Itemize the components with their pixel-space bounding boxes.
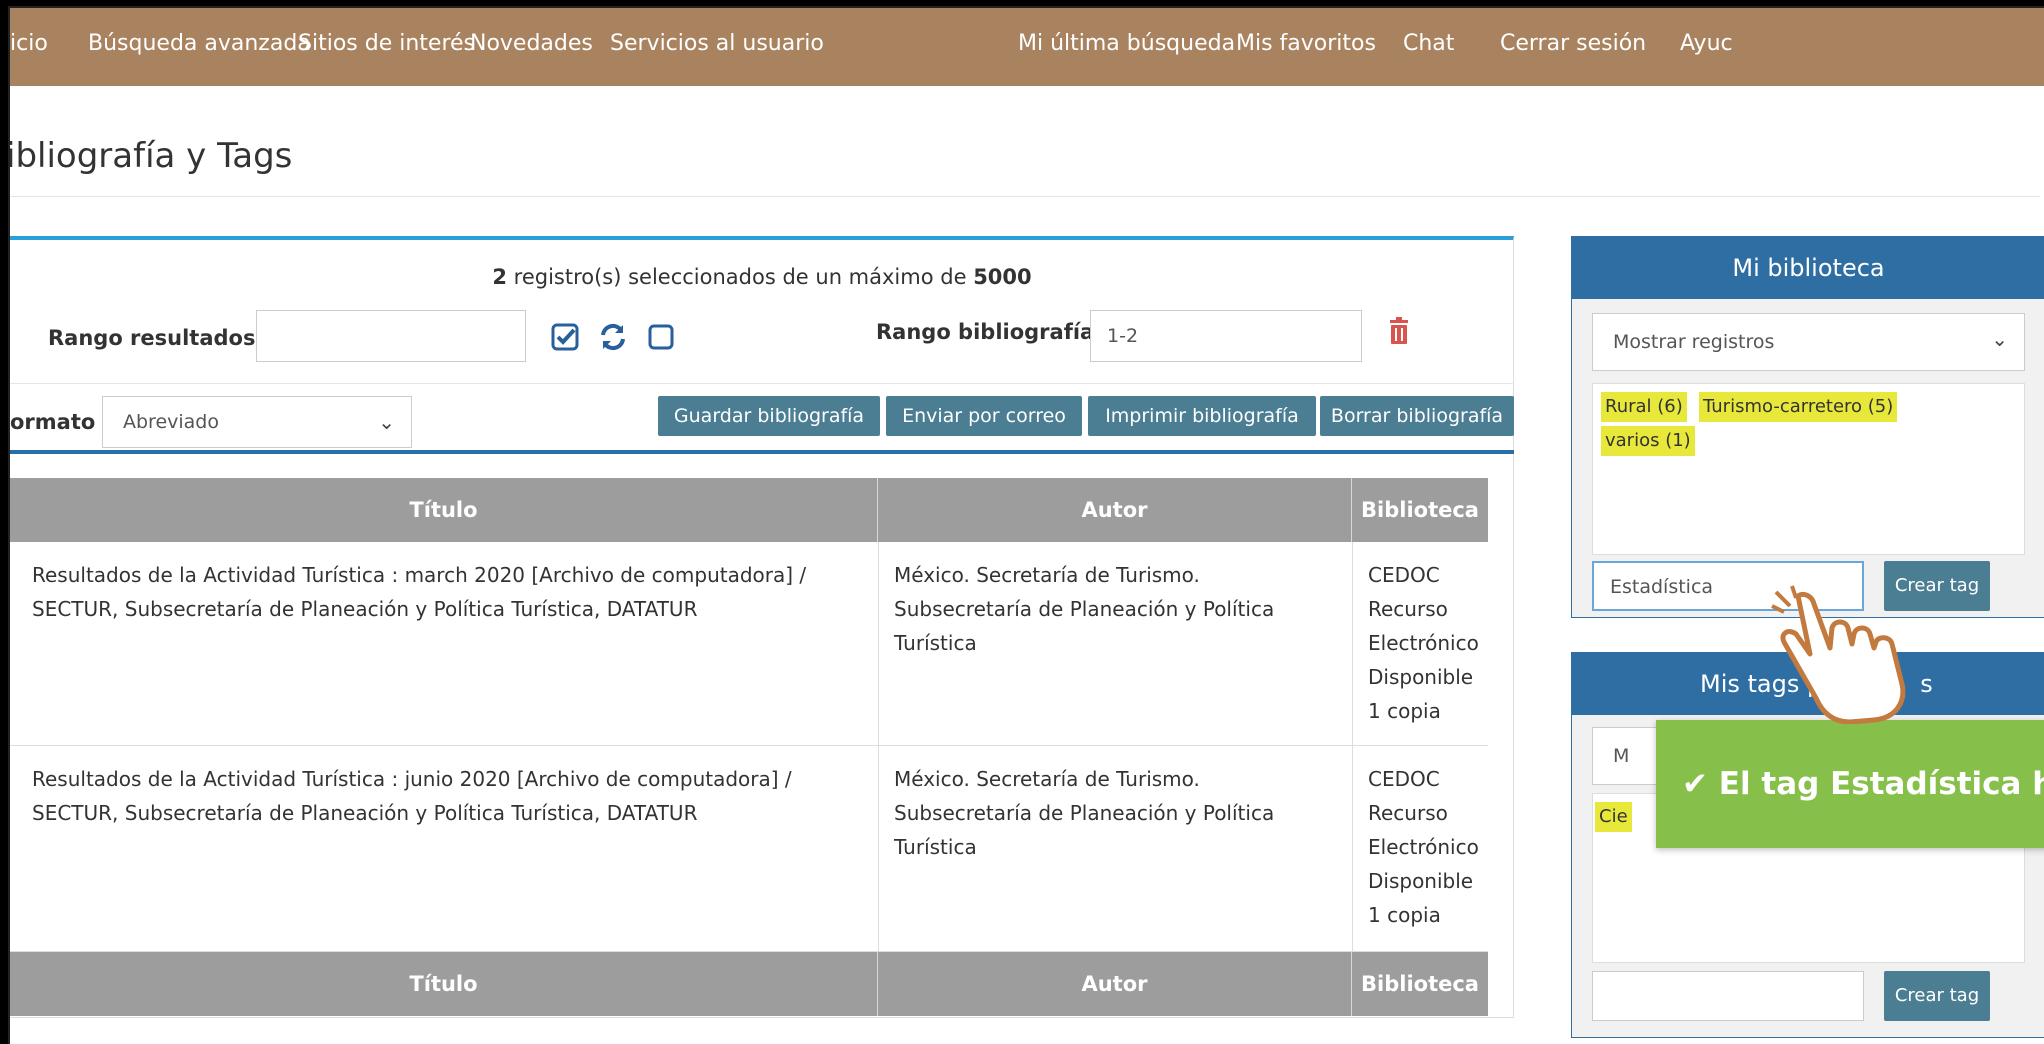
table-header: Título Autor Biblioteca — [10, 478, 1488, 542]
my-library-panel: Mi biblioteca Mostrar registros ⌄ Rural … — [1571, 236, 2044, 618]
library-type: Recurso — [1368, 597, 1448, 621]
top-nav: icio Búsqueda avanzada Sitios de interés… — [10, 8, 2044, 86]
success-toast[interactable]: ✔ El tag Estadística ha — [1656, 720, 2044, 848]
selected-count: 2 — [492, 265, 507, 289]
chevron-down-icon: ⌄ — [378, 410, 395, 434]
app-window: icio Búsqueda avanzada Sitios de interés… — [8, 6, 2044, 1044]
selection-text: registro(s) seleccionados de un máximo d… — [506, 265, 974, 289]
range-results-input[interactable] — [256, 310, 526, 362]
chevron-down-icon: ⌄ — [1991, 327, 2008, 351]
table-row[interactable]: Resultados de la Actividad Turística : m… — [10, 542, 1488, 746]
tag-varios[interactable]: varios (1) — [1601, 426, 1695, 456]
bibliography-panel: 2 registro(s) seleccionados de un máximo… — [10, 236, 1514, 1018]
col-footer-autor: Autor — [878, 952, 1352, 1016]
col-divider — [878, 542, 879, 746]
selection-summary: 2 registro(s) seleccionados de un máximo… — [10, 265, 1514, 289]
row-library: CEDOC Recurso Electrónico Disponible 1 c… — [1368, 762, 1488, 932]
page-title: ibliografía y Tags — [8, 136, 293, 176]
save-bibliography-button[interactable]: Guardar bibliografía — [658, 396, 880, 436]
library-type: Recurso — [1368, 801, 1448, 825]
controls-divider — [10, 383, 1514, 384]
nav-mi-ultima-busqueda[interactable]: Mi última búsqueda — [1018, 29, 1235, 59]
public-tags-select-value: M — [1613, 745, 1630, 767]
library-type: Electrónico — [1368, 835, 1479, 859]
row-title[interactable]: Resultados de la Actividad Turística : j… — [32, 762, 870, 830]
title-divider — [10, 196, 2040, 197]
panel-blue-divider — [10, 450, 1514, 454]
toast-message: El tag Estadística ha — [1718, 766, 2044, 802]
col-footer-titulo: Título — [10, 952, 878, 1016]
col-divider — [1352, 746, 1353, 952]
row-author: México. Secretaría de Turismo. Subsecret… — [894, 563, 1275, 655]
col-divider — [878, 746, 879, 952]
nav-mis-favoritos[interactable]: Mis favoritos — [1236, 29, 1376, 59]
format-label: ormato — [10, 410, 96, 434]
trash-icon[interactable] — [1384, 316, 1414, 346]
my-library-title: Mi biblioteca — [1572, 237, 2044, 299]
col-header-titulo[interactable]: Título — [10, 478, 878, 542]
nav-novedades[interactable]: Novedades — [470, 29, 593, 59]
refresh-icon[interactable] — [598, 322, 628, 352]
col-footer-biblioteca: Biblioteca — [1361, 972, 1479, 996]
library-type: Electrónico — [1368, 631, 1479, 655]
format-select[interactable]: Abreviado ⌄ — [102, 396, 412, 448]
new-public-tag-input[interactable] — [1592, 971, 1864, 1021]
library-status: Disponible — [1368, 869, 1474, 893]
checkbox-empty-icon[interactable] — [646, 322, 676, 352]
check-icon: ✔ — [1682, 766, 1708, 802]
hand-pointer-icon — [1771, 585, 1906, 724]
nav-busqueda-avanzada[interactable]: Búsqueda avanzada — [88, 29, 311, 59]
my-tags-list: Rural (6) Turismo-carretero (5) varios (… — [1592, 383, 2025, 555]
create-public-tag-button[interactable]: Crear tag — [1884, 971, 1990, 1021]
nav-sitios-interes[interactable]: Sitios de interés — [298, 29, 475, 59]
row-author: México. Secretaría de Turismo. Subsecret… — [894, 767, 1275, 859]
nav-ayuda[interactable]: Ayuc — [1680, 29, 1733, 59]
tag-rural[interactable]: Rural (6) — [1601, 392, 1687, 422]
nav-cerrar-sesion[interactable]: Cerrar sesión — [1500, 29, 1646, 59]
tag-turismo-carretero[interactable]: Turismo-carretero (5) — [1699, 392, 1898, 422]
col-header-biblioteca[interactable]: Biblioteca — [1352, 478, 1488, 542]
email-button[interactable]: Enviar por correo — [886, 396, 1082, 436]
selection-max: 5000 — [973, 265, 1032, 289]
library-status: Disponible — [1368, 665, 1474, 689]
nav-inicio[interactable]: icio — [10, 29, 48, 59]
range-bibliography-label: Rango bibliografía — [876, 320, 1095, 344]
show-records-value: Mostrar registros — [1613, 331, 1775, 353]
range-results-label: Rango resultados — [48, 326, 256, 350]
delete-bibliography-button[interactable]: Borrar bibliografía — [1320, 396, 1514, 436]
col-header-autor[interactable]: Autor — [878, 478, 1352, 542]
row-title[interactable]: Resultados de la Actividad Turística : m… — [32, 558, 870, 626]
format-selected-value: Abreviado — [123, 411, 219, 433]
print-bibliography-button[interactable]: Imprimir bibliografía — [1088, 396, 1316, 436]
nav-chat[interactable]: Chat — [1403, 29, 1454, 59]
table-row[interactable]: Resultados de la Actividad Turística : j… — [10, 746, 1488, 952]
range-bibliography-input[interactable]: 1-2 — [1090, 310, 1362, 362]
col-divider — [1352, 542, 1353, 746]
row-library: CEDOC Recurso Electrónico Disponible 1 c… — [1368, 558, 1488, 728]
library-name: CEDOC — [1368, 767, 1440, 791]
library-name: CEDOC — [1368, 563, 1440, 587]
checkbox-checked-icon[interactable] — [550, 322, 580, 352]
nav-servicios-usuario[interactable]: Servicios al usuario — [610, 29, 824, 59]
show-records-select[interactable]: Mostrar registros ⌄ — [1592, 313, 2025, 371]
tag-ciencia[interactable]: Cie — [1595, 802, 1632, 832]
library-copies: 1 copia — [1368, 699, 1441, 723]
library-copies: 1 copia — [1368, 903, 1441, 927]
table-footer-header: Título Autor Biblioteca — [10, 952, 1488, 1016]
